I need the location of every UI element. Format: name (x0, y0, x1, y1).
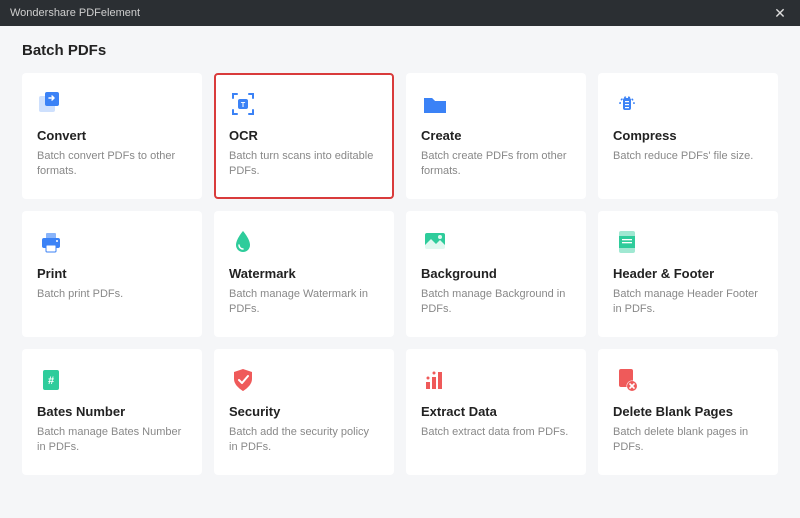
header-footer-icon (613, 228, 641, 256)
close-icon[interactable]: ✕ (770, 5, 790, 22)
delete-blank-icon (613, 366, 641, 394)
card-grid: Convert Batch convert PDFs to other forma… (22, 73, 778, 475)
extract-data-icon (421, 366, 449, 394)
card-create[interactable]: Create Batch create PDFs from other forma… (406, 73, 586, 199)
card-title: Delete Blank Pages (613, 404, 763, 419)
card-desc: Batch print PDFs. (37, 287, 187, 302)
card-desc: Batch extract data from PDFs. (421, 425, 571, 440)
card-background[interactable]: Background Batch manage Background in PDF… (406, 211, 586, 337)
card-desc: Batch manage Background in PDFs. (421, 287, 571, 318)
card-extract-data[interactable]: Extract Data Batch extract data from PDFs… (406, 349, 586, 475)
card-desc: Batch convert PDFs to other formats. (37, 149, 187, 180)
card-title: Create (421, 128, 571, 143)
window-title: Wondershare PDFelement (10, 7, 140, 19)
card-security[interactable]: Security Batch add the security policy in… (214, 349, 394, 475)
svg-text:T: T (241, 102, 246, 109)
content-area: Batch PDFs Convert Batch convert PDFs to … (0, 26, 800, 493)
titlebar: Wondershare PDFelement ✕ (0, 0, 800, 26)
card-desc: Batch turn scans into editable PDFs. (229, 149, 379, 180)
card-desc: Batch delete blank pages in PDFs. (613, 425, 763, 456)
card-desc: Batch manage Watermark in PDFs. (229, 287, 379, 318)
print-icon (37, 228, 65, 256)
card-title: Watermark (229, 266, 379, 281)
card-desc: Batch manage Bates Number in PDFs. (37, 425, 187, 456)
card-header-footer[interactable]: Header & Footer Batch manage Header Foote… (598, 211, 778, 337)
card-title: Background (421, 266, 571, 281)
svg-text:#: # (48, 375, 54, 387)
card-bates-number[interactable]: # Bates Number Batch manage Bates Number i… (22, 349, 202, 475)
bates-number-icon: # (37, 366, 65, 394)
page-title: Batch PDFs (22, 42, 778, 59)
card-desc: Batch create PDFs from other formats. (421, 149, 571, 180)
card-desc: Batch manage Header Footer in PDFs. (613, 287, 763, 318)
security-icon (229, 366, 257, 394)
card-desc: Batch add the security policy in PDFs. (229, 425, 379, 456)
card-watermark[interactable]: Watermark Batch manage Watermark in PDFs. (214, 211, 394, 337)
card-title: Bates Number (37, 404, 187, 419)
card-desc: Batch reduce PDFs' file size. (613, 149, 763, 164)
card-title: OCR (229, 128, 379, 143)
card-compress[interactable]: Compress Batch reduce PDFs' file size. (598, 73, 778, 199)
background-icon (421, 228, 449, 256)
card-title: Security (229, 404, 379, 419)
card-title: Compress (613, 128, 763, 143)
card-convert[interactable]: Convert Batch convert PDFs to other forma… (22, 73, 202, 199)
compress-icon (613, 90, 641, 118)
ocr-icon: T (229, 90, 257, 118)
card-title: Print (37, 266, 187, 281)
card-delete-blank-pages[interactable]: Delete Blank Pages Batch delete blank pag… (598, 349, 778, 475)
card-title: Convert (37, 128, 187, 143)
card-title: Extract Data (421, 404, 571, 419)
create-icon (421, 90, 449, 118)
card-title: Header & Footer (613, 266, 763, 281)
watermark-icon (229, 228, 257, 256)
convert-icon (37, 90, 65, 118)
card-print[interactable]: Print Batch print PDFs. (22, 211, 202, 337)
card-ocr[interactable]: T OCR Batch turn scans into editable PDFs. (214, 73, 394, 199)
